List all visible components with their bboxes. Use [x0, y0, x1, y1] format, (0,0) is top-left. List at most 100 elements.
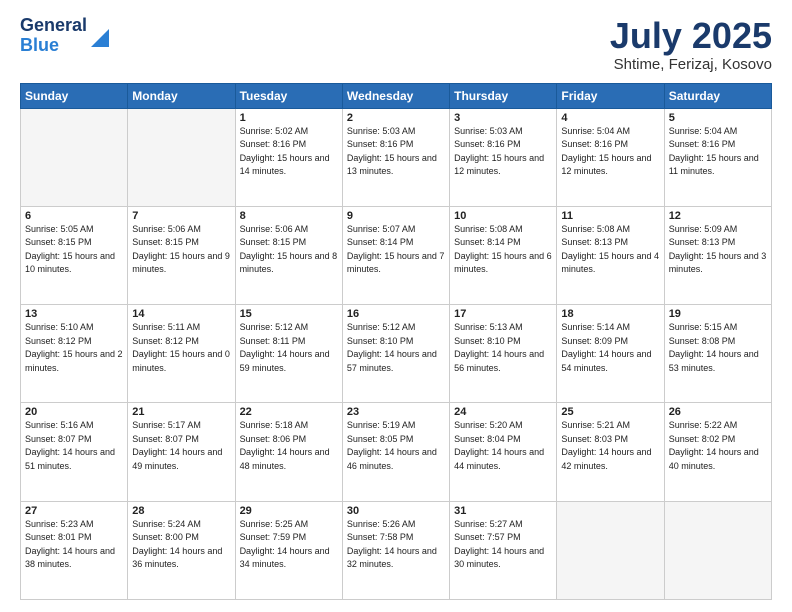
day-detail: Sunrise: 5:21 AMSunset: 8:03 PMDaylight:…	[561, 419, 659, 473]
day-detail: Sunrise: 5:06 AMSunset: 8:15 PMDaylight:…	[240, 223, 338, 277]
day-detail: Sunrise: 5:19 AMSunset: 8:05 PMDaylight:…	[347, 419, 445, 473]
calendar-cell: 27Sunrise: 5:23 AMSunset: 8:01 PMDayligh…	[21, 501, 128, 599]
weekday-header-saturday: Saturday	[664, 83, 771, 108]
calendar-cell: 21Sunrise: 5:17 AMSunset: 8:07 PMDayligh…	[128, 403, 235, 501]
logo-icon-wrapper	[91, 25, 109, 47]
calendar-cell: 9Sunrise: 5:07 AMSunset: 8:14 PMDaylight…	[342, 206, 449, 304]
day-number: 6	[25, 210, 123, 222]
day-detail: Sunrise: 5:09 AMSunset: 8:13 PMDaylight:…	[669, 223, 767, 277]
calendar-cell: 2Sunrise: 5:03 AMSunset: 8:16 PMDaylight…	[342, 108, 449, 206]
day-number: 23	[347, 406, 445, 418]
day-number: 2	[347, 112, 445, 124]
weekday-header-thursday: Thursday	[450, 83, 557, 108]
day-detail: Sunrise: 5:11 AMSunset: 8:12 PMDaylight:…	[132, 321, 230, 375]
day-number: 4	[561, 112, 659, 124]
day-number: 13	[25, 308, 123, 320]
day-detail: Sunrise: 5:05 AMSunset: 8:15 PMDaylight:…	[25, 223, 123, 277]
day-number: 12	[669, 210, 767, 222]
calendar-cell: 10Sunrise: 5:08 AMSunset: 8:14 PMDayligh…	[450, 206, 557, 304]
week-row-3: 13Sunrise: 5:10 AMSunset: 8:12 PMDayligh…	[21, 305, 772, 403]
calendar-cell	[21, 108, 128, 206]
day-number: 15	[240, 308, 338, 320]
day-detail: Sunrise: 5:03 AMSunset: 8:16 PMDaylight:…	[347, 125, 445, 179]
calendar-cell	[128, 108, 235, 206]
calendar-cell: 11Sunrise: 5:08 AMSunset: 8:13 PMDayligh…	[557, 206, 664, 304]
day-detail: Sunrise: 5:15 AMSunset: 8:08 PMDaylight:…	[669, 321, 767, 375]
calendar-cell: 6Sunrise: 5:05 AMSunset: 8:15 PMDaylight…	[21, 206, 128, 304]
day-detail: Sunrise: 5:12 AMSunset: 8:11 PMDaylight:…	[240, 321, 338, 375]
day-number: 27	[25, 505, 123, 517]
day-detail: Sunrise: 5:04 AMSunset: 8:16 PMDaylight:…	[561, 125, 659, 179]
day-detail: Sunrise: 5:24 AMSunset: 8:00 PMDaylight:…	[132, 518, 230, 572]
day-number: 22	[240, 406, 338, 418]
day-detail: Sunrise: 5:20 AMSunset: 8:04 PMDaylight:…	[454, 419, 552, 473]
calendar-cell: 17Sunrise: 5:13 AMSunset: 8:10 PMDayligh…	[450, 305, 557, 403]
day-detail: Sunrise: 5:04 AMSunset: 8:16 PMDaylight:…	[669, 125, 767, 179]
week-row-2: 6Sunrise: 5:05 AMSunset: 8:15 PMDaylight…	[21, 206, 772, 304]
week-row-4: 20Sunrise: 5:16 AMSunset: 8:07 PMDayligh…	[21, 403, 772, 501]
day-number: 24	[454, 406, 552, 418]
weekday-header-sunday: Sunday	[21, 83, 128, 108]
day-number: 31	[454, 505, 552, 517]
day-number: 26	[669, 406, 767, 418]
day-detail: Sunrise: 5:23 AMSunset: 8:01 PMDaylight:…	[25, 518, 123, 572]
day-number: 3	[454, 112, 552, 124]
day-number: 21	[132, 406, 230, 418]
day-detail: Sunrise: 5:02 AMSunset: 8:16 PMDaylight:…	[240, 125, 338, 179]
day-detail: Sunrise: 5:08 AMSunset: 8:13 PMDaylight:…	[561, 223, 659, 277]
weekday-header-wednesday: Wednesday	[342, 83, 449, 108]
day-number: 10	[454, 210, 552, 222]
calendar-cell: 31Sunrise: 5:27 AMSunset: 7:57 PMDayligh…	[450, 501, 557, 599]
day-number: 29	[240, 505, 338, 517]
calendar-cell: 16Sunrise: 5:12 AMSunset: 8:10 PMDayligh…	[342, 305, 449, 403]
day-detail: Sunrise: 5:12 AMSunset: 8:10 PMDaylight:…	[347, 321, 445, 375]
calendar-cell: 4Sunrise: 5:04 AMSunset: 8:16 PMDaylight…	[557, 108, 664, 206]
logo-blue: Blue	[20, 36, 87, 56]
calendar-cell: 12Sunrise: 5:09 AMSunset: 8:13 PMDayligh…	[664, 206, 771, 304]
calendar-cell: 29Sunrise: 5:25 AMSunset: 7:59 PMDayligh…	[235, 501, 342, 599]
calendar-cell: 7Sunrise: 5:06 AMSunset: 8:15 PMDaylight…	[128, 206, 235, 304]
location-subtitle: Shtime, Ferizaj, Kosovo	[610, 56, 772, 73]
calendar-cell: 5Sunrise: 5:04 AMSunset: 8:16 PMDaylight…	[664, 108, 771, 206]
calendar-cell: 23Sunrise: 5:19 AMSunset: 8:05 PMDayligh…	[342, 403, 449, 501]
day-detail: Sunrise: 5:10 AMSunset: 8:12 PMDaylight:…	[25, 321, 123, 375]
calendar-cell: 20Sunrise: 5:16 AMSunset: 8:07 PMDayligh…	[21, 403, 128, 501]
calendar-cell: 14Sunrise: 5:11 AMSunset: 8:12 PMDayligh…	[128, 305, 235, 403]
day-number: 28	[132, 505, 230, 517]
day-number: 1	[240, 112, 338, 124]
day-detail: Sunrise: 5:17 AMSunset: 8:07 PMDaylight:…	[132, 419, 230, 473]
day-number: 5	[669, 112, 767, 124]
day-detail: Sunrise: 5:03 AMSunset: 8:16 PMDaylight:…	[454, 125, 552, 179]
day-number: 17	[454, 308, 552, 320]
logo: General Blue	[20, 16, 109, 56]
title-block: July 2025 Shtime, Ferizaj, Kosovo	[610, 16, 772, 73]
calendar-cell	[557, 501, 664, 599]
day-number: 20	[25, 406, 123, 418]
calendar-table: SundayMondayTuesdayWednesdayThursdayFrid…	[20, 83, 772, 600]
weekday-header-tuesday: Tuesday	[235, 83, 342, 108]
day-detail: Sunrise: 5:26 AMSunset: 7:58 PMDaylight:…	[347, 518, 445, 572]
calendar-cell: 22Sunrise: 5:18 AMSunset: 8:06 PMDayligh…	[235, 403, 342, 501]
logo-icon	[91, 25, 109, 47]
calendar-cell	[664, 501, 771, 599]
weekday-header-friday: Friday	[557, 83, 664, 108]
month-title: July 2025	[610, 16, 772, 56]
calendar-cell: 15Sunrise: 5:12 AMSunset: 8:11 PMDayligh…	[235, 305, 342, 403]
weekday-header-row: SundayMondayTuesdayWednesdayThursdayFrid…	[21, 83, 772, 108]
day-number: 9	[347, 210, 445, 222]
day-number: 30	[347, 505, 445, 517]
header: General Blue July 2025 Shtime, Ferizaj, …	[20, 16, 772, 73]
day-detail: Sunrise: 5:07 AMSunset: 8:14 PMDaylight:…	[347, 223, 445, 277]
logo-text: General Blue	[20, 16, 87, 56]
day-detail: Sunrise: 5:16 AMSunset: 8:07 PMDaylight:…	[25, 419, 123, 473]
weekday-header-monday: Monday	[128, 83, 235, 108]
calendar-cell: 1Sunrise: 5:02 AMSunset: 8:16 PMDaylight…	[235, 108, 342, 206]
day-number: 16	[347, 308, 445, 320]
day-detail: Sunrise: 5:25 AMSunset: 7:59 PMDaylight:…	[240, 518, 338, 572]
calendar-cell: 18Sunrise: 5:14 AMSunset: 8:09 PMDayligh…	[557, 305, 664, 403]
day-number: 18	[561, 308, 659, 320]
calendar-cell: 26Sunrise: 5:22 AMSunset: 8:02 PMDayligh…	[664, 403, 771, 501]
day-detail: Sunrise: 5:06 AMSunset: 8:15 PMDaylight:…	[132, 223, 230, 277]
week-row-1: 1Sunrise: 5:02 AMSunset: 8:16 PMDaylight…	[21, 108, 772, 206]
calendar-cell: 19Sunrise: 5:15 AMSunset: 8:08 PMDayligh…	[664, 305, 771, 403]
